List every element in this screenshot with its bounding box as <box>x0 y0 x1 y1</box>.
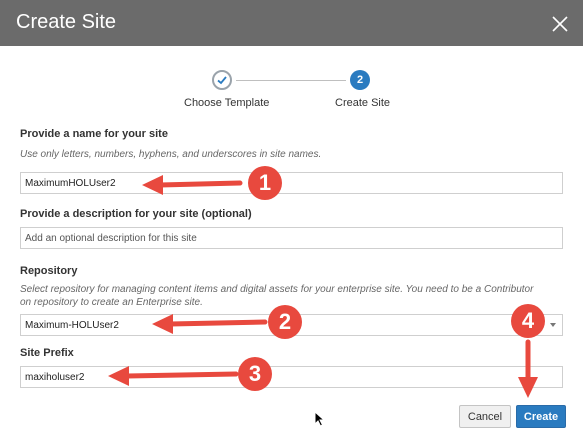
create-button[interactable]: Create <box>516 405 566 428</box>
description-label: Provide a description for your site (opt… <box>20 208 252 220</box>
cancel-button[interactable]: Cancel <box>459 405 511 428</box>
site-name-hint: Use only letters, numbers, hyphens, and … <box>20 149 322 160</box>
site-prefix-input[interactable]: maxiholuser2 <box>20 366 563 388</box>
step-2-badge: 2 <box>350 70 370 90</box>
site-name-label: Provide a name for your site <box>20 128 168 140</box>
stepper-connector <box>236 80 346 81</box>
step-label-choose-template[interactable]: Choose Template <box>184 97 269 109</box>
chevron-down-icon[interactable] <box>550 323 556 327</box>
close-icon[interactable] <box>549 13 571 35</box>
repository-selected-value: Maximum-HOLUser2 <box>25 320 119 331</box>
mouse-cursor-icon <box>314 411 326 427</box>
dialog-title: Create Site <box>16 11 117 33</box>
step-label-create-site: Create Site <box>335 97 391 109</box>
repository-hint-line1: Select repository for managing content i… <box>20 284 534 295</box>
annotation-badge-3: 3 <box>238 357 272 391</box>
description-input[interactable]: Add an optional description for this sit… <box>20 227 563 249</box>
annotation-badge-1: 1 <box>248 166 282 200</box>
dialog-titlebar: Create Site <box>0 0 583 46</box>
site-name-input[interactable]: MaximumHOLUser2 <box>20 172 563 194</box>
site-prefix-label: Site Prefix <box>20 347 74 359</box>
annotation-badge-2: 2 <box>268 305 302 339</box>
repository-hint-line2: on repository to create an Enterprise si… <box>20 297 203 308</box>
repository-label: Repository <box>20 265 78 277</box>
annotation-badge-4: 4 <box>511 304 545 338</box>
step-completed-icon[interactable] <box>212 70 232 90</box>
